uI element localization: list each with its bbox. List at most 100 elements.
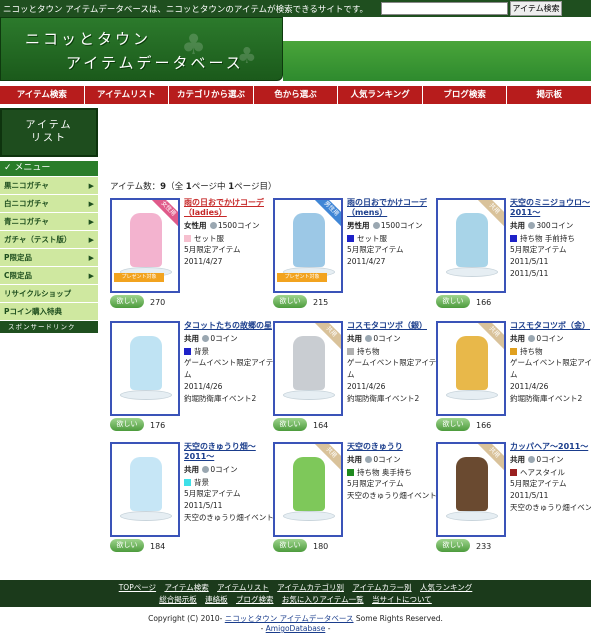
item-name-link[interactable]: コスモタコツボ（金） bbox=[510, 321, 591, 331]
item-thumbnail[interactable] bbox=[110, 442, 180, 537]
color-swatch bbox=[184, 235, 191, 242]
sponsor-link-heading: スポンサードリンク bbox=[0, 321, 98, 333]
want-button[interactable]: 欲しい bbox=[273, 295, 307, 308]
display-dish bbox=[283, 390, 335, 400]
item-name-link[interactable]: カッパヘア～2011～ bbox=[510, 442, 591, 452]
sidebar-item-blue-gacha[interactable]: 青ニコガチャ ▶ bbox=[0, 213, 98, 231]
footer-link-board[interactable]: 総合掲示板 bbox=[159, 595, 197, 604]
item-category: 背景 bbox=[184, 478, 276, 488]
sidebar-item-black-gacha[interactable]: 黒ニコガチャ ▶ bbox=[0, 177, 98, 195]
footer-link-contact[interactable]: 連絡板 bbox=[205, 595, 228, 604]
nav-item-ranking[interactable]: 人気ランキング bbox=[338, 86, 423, 104]
item-price: 共用 0コイン bbox=[184, 465, 238, 474]
nav-item-board[interactable]: 掲示板 bbox=[507, 86, 591, 104]
item-name-link[interactable]: コスモタコツボ（銀） bbox=[347, 321, 439, 331]
nav-item-color[interactable]: 色から選ぶ bbox=[254, 86, 339, 104]
want-button[interactable]: 欲しい bbox=[436, 418, 470, 431]
nav-item-search[interactable]: アイテム検索 bbox=[0, 86, 85, 104]
sidebar-title: アイテム リスト bbox=[0, 108, 98, 157]
footer-link-top[interactable]: TOPページ bbox=[119, 583, 156, 592]
arrow-right-icon: ▶ bbox=[88, 200, 94, 208]
coin-icon bbox=[365, 456, 373, 463]
menu-heading: ✓ メニュー bbox=[0, 161, 98, 176]
footer-link-about[interactable]: 当サイトについて bbox=[372, 595, 432, 604]
want-button[interactable]: 欲しい bbox=[110, 295, 144, 308]
nav-item-blog[interactable]: ブログ検索 bbox=[423, 86, 508, 104]
company-link[interactable]: AmigoDatabase bbox=[266, 624, 326, 633]
present-banner: プレゼント対象 bbox=[114, 273, 164, 282]
item-thumbnail[interactable]: 男性用 プレゼント対象 bbox=[273, 198, 343, 293]
item-date: 2011/5/11 bbox=[510, 491, 549, 500]
item-note: 5月限定アイテム bbox=[510, 479, 567, 488]
item-thumbnail[interactable]: 共用 bbox=[273, 321, 343, 416]
item-date: 2011/4/26 bbox=[184, 382, 223, 391]
item-info: 雨の日おでかけコーデ（ladies） 女性用 1500コイン セット服 5月限定アイテ… bbox=[184, 198, 276, 268]
footer-links-row-2: 総合掲示板 連絡板 ブログ検索 お気に入りアイテム一覧 当サイトについて bbox=[0, 594, 591, 606]
item-thumbnail[interactable]: 共用 bbox=[436, 198, 506, 293]
sidebar-menu: 黒ニコガチャ ▶ 白ニコガチャ ▶ 青ニコガチャ ▶ ガチャ（テスト版） ▶ P限定品 ▶… bbox=[0, 177, 98, 321]
item-thumbnail[interactable]: 共用 bbox=[273, 442, 343, 537]
item-info: タコットたちの故郷の星 共用 0コイン 背景 ゲームイベント限定アイテム 2011/4/… bbox=[184, 321, 276, 405]
item-info: コスモタコツボ（金） 共用 0コイン 持ち物 ゲームイベント限定アイテム 2011/4/… bbox=[510, 321, 591, 405]
item-card: 共用 欲しい 180 天空のきゅうり 共用 0コイン 持ち物 奥手持ち 5月限定アイテム 天空… bbox=[273, 442, 438, 560]
main-nav: アイテム検索 アイテムリスト カテゴリから選ぶ 色から選ぶ 人気ランキング ブロ… bbox=[0, 86, 591, 104]
copyright-site-link[interactable]: ニコッとタウン アイテムデータベース bbox=[225, 614, 354, 623]
item-name-link[interactable]: 天空のミニジョウロ～2011～ bbox=[510, 198, 591, 218]
item-extra-note: 2011/5/11 bbox=[510, 269, 549, 278]
footer-link-blog[interactable]: ブログ検索 bbox=[236, 595, 274, 604]
want-button[interactable]: 欲しい bbox=[273, 539, 307, 552]
want-count: 164 bbox=[313, 421, 329, 430]
want-button[interactable]: 欲しい bbox=[110, 539, 144, 552]
sidebar-item-pcoin-bonus[interactable]: Pコイン購入特典 bbox=[0, 303, 98, 321]
logo-line-2: アイテムデータベース bbox=[66, 54, 244, 72]
sidebar-item-white-gacha[interactable]: 白ニコガチャ ▶ bbox=[0, 195, 98, 213]
footer-link-favorites[interactable]: お気に入りアイテム一覧 bbox=[282, 595, 364, 604]
site-description: ニコッとタウン アイテムデータベースは、ニコッとタウンのアイテムが検索できるサイ… bbox=[3, 5, 369, 15]
item-thumbnail[interactable] bbox=[110, 321, 180, 416]
item-note: 5月限定アイテム bbox=[347, 479, 404, 488]
item-category: 持ち物 奥手持ち bbox=[347, 468, 439, 478]
footer-link-list[interactable]: アイテムリスト bbox=[217, 583, 269, 592]
item-price: 共用 0コイン bbox=[510, 455, 564, 464]
want-button[interactable]: 欲しい bbox=[436, 295, 470, 308]
nav-item-list[interactable]: アイテムリスト bbox=[85, 86, 170, 104]
want-button[interactable]: 欲しい bbox=[273, 418, 307, 431]
sidebar-item-p-limited[interactable]: P限定品 ▶ bbox=[0, 249, 98, 267]
sidebar-item-recycle-shop[interactable]: リサイクルショップ bbox=[0, 285, 98, 303]
item-info: 雨の日おでかけコーデ（mens） 男性用 1500コイン セット服 5月限定アイテム 2… bbox=[347, 198, 439, 268]
search-input[interactable] bbox=[381, 2, 508, 15]
header: ♣ ♣ ニコッとタウン アイテムデータベース bbox=[0, 17, 591, 84]
item-name-link[interactable]: 雨の日おでかけコーデ（ladies） bbox=[184, 198, 276, 218]
item-image bbox=[293, 336, 325, 390]
item-name-link[interactable]: 天空のきゅうり bbox=[347, 442, 439, 452]
search-button[interactable]: アイテム検索 bbox=[510, 1, 562, 16]
item-name-link[interactable]: 天空のきゅうり畑～2011～ bbox=[184, 442, 276, 462]
sidebar-item-c-limited[interactable]: C限定品 ▶ bbox=[0, 267, 98, 285]
color-swatch bbox=[510, 348, 517, 355]
want-button[interactable]: 欲しい bbox=[436, 539, 470, 552]
item-thumbnail[interactable]: 女性用 プレゼント対象 bbox=[110, 198, 180, 293]
item-name-link[interactable]: 雨の日おでかけコーデ（mens） bbox=[347, 198, 439, 218]
sidebar-title-line-2: リスト bbox=[31, 133, 67, 144]
item-image bbox=[456, 213, 488, 267]
site-logo[interactable]: ♣ ♣ ニコッとタウン アイテムデータベース bbox=[0, 17, 283, 81]
item-thumbnail[interactable]: 共用 bbox=[436, 442, 506, 537]
item-image bbox=[293, 213, 325, 267]
want-button[interactable]: 欲しい bbox=[110, 418, 144, 431]
item-category: セット服 bbox=[184, 234, 276, 244]
present-banner: プレゼント対象 bbox=[277, 273, 327, 282]
footer-link-ranking[interactable]: 人気ランキング bbox=[420, 583, 472, 592]
display-dish bbox=[120, 390, 172, 400]
nav-item-category[interactable]: カテゴリから選ぶ bbox=[169, 86, 254, 104]
item-extra-note: 天空のきゅうり畑イベント bbox=[510, 503, 591, 512]
item-thumbnail[interactable]: 共用 bbox=[436, 321, 506, 416]
item-category: 背景 bbox=[184, 347, 276, 357]
item-image bbox=[293, 457, 325, 511]
item-name-link[interactable]: タコットたちの故郷の星 bbox=[184, 321, 276, 331]
sidebar-item-gacha-test[interactable]: ガチャ（テスト版） ▶ bbox=[0, 231, 98, 249]
item-date: 天空のきゅうり畑イベント bbox=[347, 491, 437, 500]
footer-link-search[interactable]: アイテム検索 bbox=[164, 583, 208, 592]
footer-link-category[interactable]: アイテムカテゴリ別 bbox=[277, 583, 344, 592]
footer-link-color[interactable]: アイテムカラー別 bbox=[352, 583, 411, 592]
want-count: 215 bbox=[313, 298, 329, 307]
